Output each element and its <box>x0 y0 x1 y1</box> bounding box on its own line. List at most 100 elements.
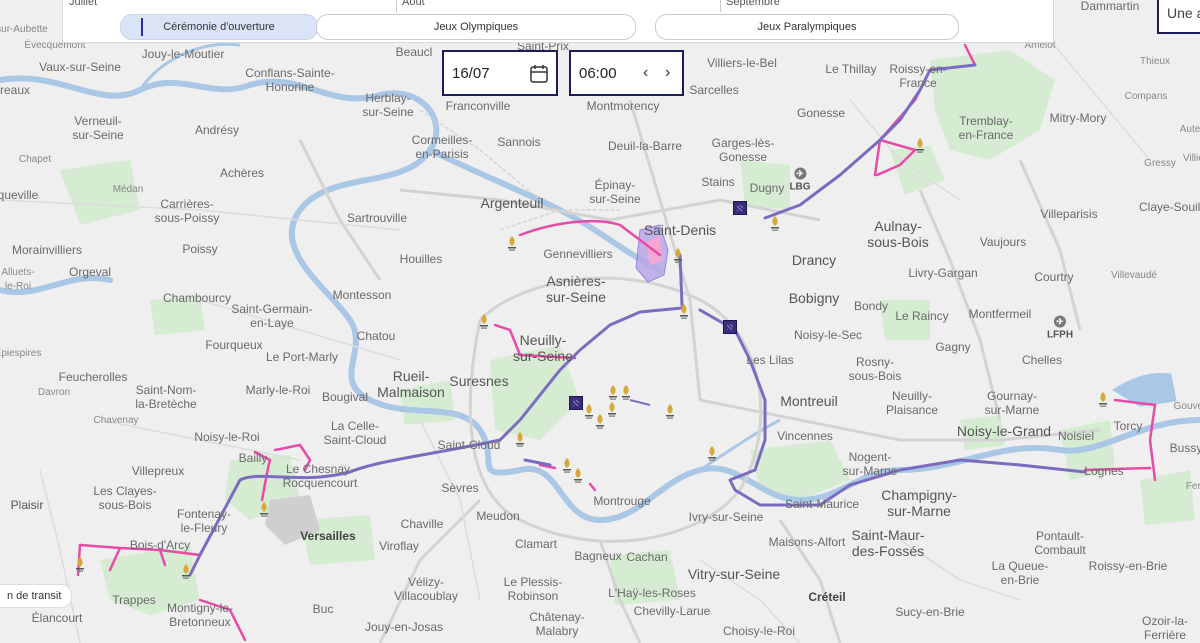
place-label: Poissy <box>182 242 218 256</box>
place-label: Carrières-sous-Poissy <box>154 197 220 225</box>
place-label: Villevaudé <box>1111 270 1157 281</box>
airport-marker-lfph[interactable]: ✈ LFPH <box>1047 315 1073 341</box>
place-label: Gouver <box>1173 401 1200 412</box>
chevron-left-icon[interactable]: ‹ <box>643 64 648 82</box>
security-zone-marker[interactable] <box>723 320 737 334</box>
chevron-right-icon[interactable]: › <box>665 64 670 82</box>
transit-legend-button[interactable]: n de transit <box>0 584 73 608</box>
olympic-torch-icon[interactable] <box>768 215 782 233</box>
place-label: Créteil <box>808 590 846 604</box>
olympic-torch-icon[interactable] <box>619 384 633 402</box>
place-label: Feucherolles <box>58 370 128 384</box>
place-label: Montfermeil <box>968 307 1032 321</box>
place-label: Drancy <box>791 252 837 268</box>
place-label: Vitry-sur-Seine <box>687 566 781 582</box>
place-label: Épiespires <box>0 348 42 359</box>
place-label: Saint-Nom-la-Bretèche <box>135 383 197 411</box>
place-label: Montrouge <box>593 494 651 508</box>
search-input[interactable]: Une a <box>1157 0 1200 34</box>
place-label: Ozoir-la- Ferrière <box>1141 614 1189 642</box>
place-label: Montmorency <box>586 99 660 113</box>
tab-label: Cérémonie d'ouverture <box>163 21 275 33</box>
tab-jeux-paralympiques[interactable]: Jeux Paralympiques <box>655 14 959 40</box>
place-label: Montigny-le- Bretonneux <box>166 601 234 629</box>
place-label: Épinay-sur-Seine <box>589 178 641 206</box>
place-label: Noisy-le-Grand <box>956 423 1052 439</box>
place-label: Saint-Denis <box>643 222 717 238</box>
airport-code: LBG <box>789 181 811 193</box>
tab-label: Jeux Olympiques <box>433 21 519 33</box>
date-picker[interactable]: 16/07 <box>442 50 558 96</box>
olympic-torch-icon[interactable] <box>73 556 87 574</box>
olympic-torch-icon[interactable] <box>571 467 585 485</box>
calendar-panel: Juillet Août Septembre Cérémonie d'ouver… <box>62 0 1054 43</box>
place-label: Bagneux <box>574 549 622 563</box>
olympic-torch-icon[interactable] <box>606 384 620 402</box>
place-label: Bougival <box>321 390 369 404</box>
security-zone-marker[interactable] <box>733 201 747 215</box>
place-label: Rosny-sous-Bois <box>848 355 902 383</box>
place-label: Mitry-Mory <box>1049 111 1107 125</box>
place-label: Chavenay <box>93 415 139 426</box>
place-label: Vincennes <box>777 429 833 443</box>
month-divider <box>396 0 397 12</box>
place-label: Versailles <box>300 529 356 543</box>
olympic-torch-icon[interactable] <box>257 501 271 519</box>
place-label: Clamart <box>514 537 558 551</box>
airport-marker-lbg[interactable]: ✈ LBG <box>789 167 811 193</box>
olympic-torch-icon[interactable] <box>663 403 677 421</box>
place-label: Marly-le-Roi <box>245 383 311 397</box>
place-label: Cormeilles-en-Parisis <box>411 133 473 161</box>
place-label: Lognes <box>1084 464 1124 478</box>
place-label: Garges-lès- Gonesse <box>711 136 775 164</box>
olympic-torch-icon[interactable] <box>913 137 927 155</box>
calendar-icon[interactable] <box>530 64 548 84</box>
olympic-torch-icon[interactable] <box>513 431 527 449</box>
place-label: Neuilly-sur-Seine <box>513 332 573 364</box>
place-label: Médan <box>112 184 144 195</box>
place-label: Asnières-sur-Seine <box>546 273 606 305</box>
place-label: Torcy <box>1113 419 1143 433</box>
place-label: Gonesse <box>796 106 846 120</box>
place-label: Bailly <box>238 451 268 465</box>
place-label: Le Raincy <box>895 309 949 323</box>
place-label: La Queue-en-Brie <box>991 559 1049 587</box>
time-picker[interactable]: 06:00 ‹ › <box>569 50 684 96</box>
place-label: Meudon <box>476 509 520 523</box>
place-label: Sucy-en-Brie <box>895 605 965 619</box>
place-label: Villiers-le-Bel <box>707 56 777 70</box>
place-label: Ferr <box>1185 481 1200 492</box>
security-zone-marker[interactable] <box>569 396 583 410</box>
place-label: Franconville <box>445 99 511 113</box>
place-label: Livry-Gargan <box>908 266 978 280</box>
place-label: Cachan <box>626 550 668 564</box>
place-label: Saint-Maur-des-Fossés <box>851 527 925 559</box>
place-label: Auteuil <box>1179 124 1200 135</box>
place-label: Les Lilas <box>746 353 794 367</box>
olympic-torch-icon[interactable] <box>677 303 691 321</box>
place-label: Saint-Cloud <box>437 438 501 452</box>
place-label: Alluets-le-Roi <box>1 267 35 292</box>
olympic-torch-icon[interactable] <box>705 445 719 463</box>
tab-ceremonie-ouverture[interactable]: Cérémonie d'ouverture <box>120 14 318 40</box>
place-label: Fourqueux <box>205 338 263 352</box>
selection-indicator <box>141 18 143 36</box>
olympic-torch-icon[interactable] <box>179 563 193 581</box>
place-label: Gressy <box>1144 158 1176 169</box>
tab-jeux-olympiques[interactable]: Jeux Olympiques <box>316 14 636 40</box>
month-label: Juillet <box>69 0 98 8</box>
olympic-torch-icon[interactable] <box>477 313 491 331</box>
olympic-torch-icon[interactable] <box>505 235 519 253</box>
search-text: Une a <box>1167 5 1200 21</box>
place-label: Conflans-Sainte- Honorine <box>245 66 335 94</box>
olympic-torch-icon[interactable] <box>1096 391 1110 409</box>
place-label: Noisy-le-Sec <box>793 328 863 342</box>
place-label: Davron <box>37 387 71 398</box>
olympic-torch-icon[interactable] <box>605 401 619 419</box>
place-label: Ivry-sur-Seine <box>688 510 764 524</box>
place-label: Villepreux <box>131 464 185 478</box>
place-label: Beaucl <box>395 45 433 59</box>
month-label: Août <box>402 0 425 8</box>
place-label: Élancourt <box>31 611 83 625</box>
olympic-torch-icon[interactable] <box>671 247 685 265</box>
